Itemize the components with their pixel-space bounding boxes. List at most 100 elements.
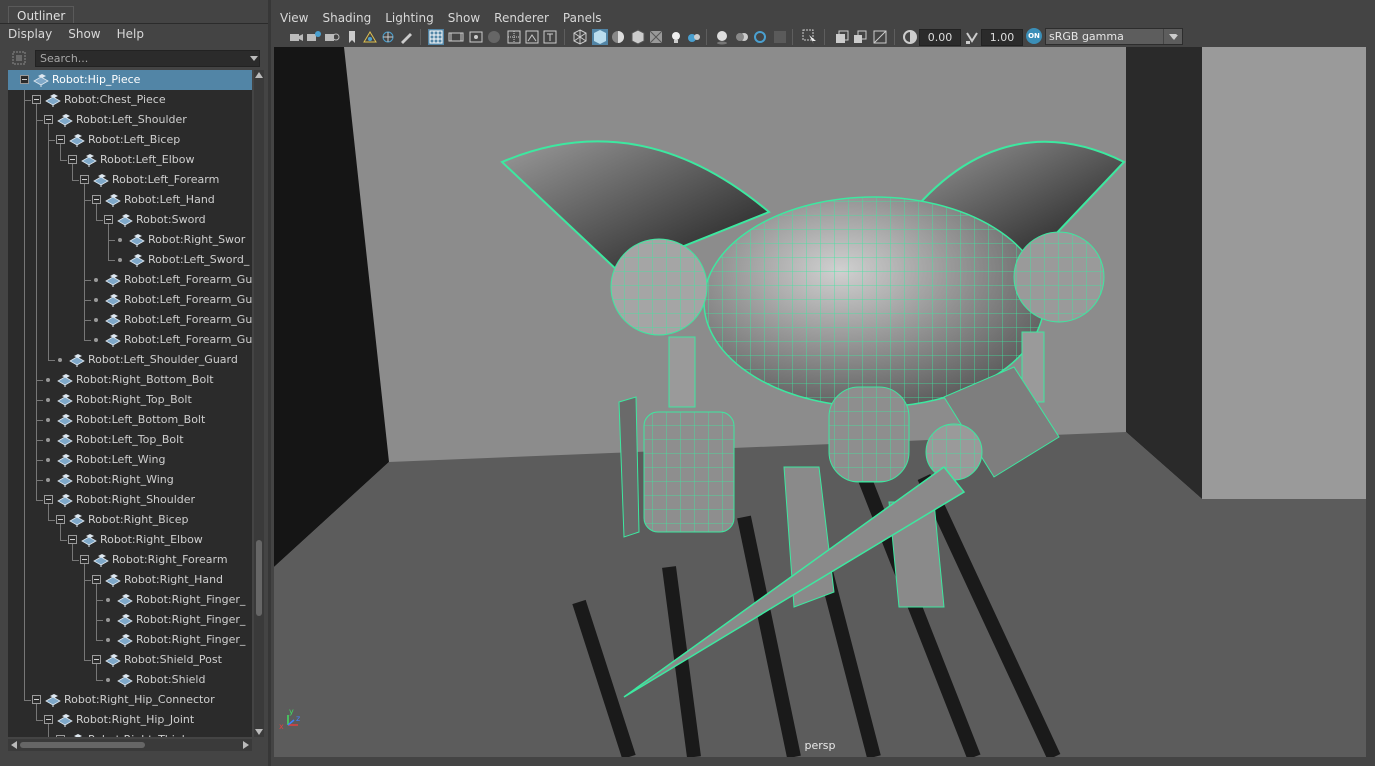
outliner-item[interactable]: Robot:Left_Forearm_Gu	[8, 330, 252, 350]
collapse-toggle-icon[interactable]	[56, 735, 65, 737]
collapse-toggle-icon[interactable]	[92, 575, 101, 584]
menu-display[interactable]: Display	[0, 24, 60, 46]
grid-icon[interactable]	[428, 29, 444, 45]
outliner-item[interactable]: Robot:Right_Hip_Joint	[8, 710, 252, 730]
collapse-toggle-icon[interactable]	[44, 495, 53, 504]
outliner-item[interactable]: Robot:Left_Forearm	[8, 170, 252, 190]
outliner-item[interactable]: Robot:Sword	[8, 210, 252, 230]
menu-view[interactable]: View	[273, 8, 315, 28]
vertical-scroll-thumb[interactable]	[256, 540, 262, 616]
2d-pan-zoom-icon[interactable]	[380, 29, 396, 45]
collapse-toggle-icon[interactable]	[80, 555, 89, 564]
collapse-toggle-icon[interactable]	[80, 175, 89, 184]
color-space-select[interactable]: sRGB gamma	[1045, 28, 1183, 45]
bookmark-icon[interactable]	[344, 29, 360, 45]
outliner-item[interactable]: Robot:Left_Shoulder_Guard	[8, 350, 252, 370]
gamma-icon[interactable]	[964, 29, 980, 45]
collapse-toggle-icon[interactable]	[32, 695, 41, 704]
outliner-item[interactable]: Robot:Left_Elbow	[8, 150, 252, 170]
collapse-toggle-icon[interactable]	[32, 95, 41, 104]
outliner-item[interactable]: Robot:Right_Swor	[8, 230, 252, 250]
smooth-shade-icon[interactable]	[592, 29, 608, 45]
outliner-item[interactable]: Robot:Left_Shoulder	[8, 110, 252, 130]
outliner-item[interactable]: Robot:Right_Bicep	[8, 510, 252, 530]
collapse-toggle-icon[interactable]	[68, 155, 77, 164]
isolate-select-icon[interactable]	[802, 29, 818, 45]
outliner-item[interactable]: Robot:Right_Bottom_Bolt	[8, 370, 252, 390]
outliner-item[interactable]: Robot:Left_Forearm_Gu	[8, 270, 252, 290]
exposure-field[interactable]: 0.00	[919, 29, 961, 46]
ambient-occlusion-icon[interactable]	[714, 29, 730, 45]
outliner-item[interactable]: Robot:Right_Finger_	[8, 630, 252, 650]
grease-pencil-icon[interactable]	[398, 29, 414, 45]
outliner-item[interactable]: Robot:Shield_Post	[8, 650, 252, 670]
shadows-icon[interactable]	[686, 29, 702, 45]
bookmarks-icon[interactable]	[324, 29, 340, 45]
menu-panels[interactable]: Panels	[556, 8, 609, 28]
gamma-field[interactable]: 1.00	[981, 29, 1023, 46]
outliner-item[interactable]: Robot:Left_Forearm_Gu	[8, 290, 252, 310]
collapse-toggle-icon[interactable]	[92, 655, 101, 664]
field-chart-icon[interactable]	[506, 29, 522, 45]
vertical-scrollbar[interactable]	[254, 70, 264, 737]
exposure-icon[interactable]	[902, 29, 918, 45]
outliner-item[interactable]: Robot:Right_Finger_	[8, 590, 252, 610]
image-plane-icon[interactable]	[362, 29, 378, 45]
outliner-item[interactable]: Robot:Right_Top_Bolt	[8, 390, 252, 410]
gate-mask-icon[interactable]	[486, 29, 502, 45]
outliner-item[interactable]: Robot:Left_Top_Bolt	[8, 430, 252, 450]
outliner-item[interactable]: Robot:Right_Shoulder	[8, 490, 252, 510]
menu-help[interactable]: Help	[109, 24, 152, 46]
outliner-item[interactable]: Robot:Left_Bicep	[8, 130, 252, 150]
menu-show[interactable]: Show	[60, 24, 108, 46]
safe-title-icon[interactable]	[542, 29, 558, 45]
outliner-item[interactable]: Robot:Right_Thigh	[8, 730, 252, 737]
collapse-toggle-icon[interactable]	[56, 135, 65, 144]
depth-of-field-icon[interactable]	[772, 29, 788, 45]
xray-joints-icon[interactable]	[834, 29, 850, 45]
resolution-gate-icon[interactable]	[468, 29, 484, 45]
collapse-toggle-icon[interactable]	[92, 195, 101, 204]
outliner-item[interactable]: Robot:Right_Forearm	[8, 550, 252, 570]
xray-active-components-icon[interactable]	[852, 29, 868, 45]
collapse-toggle-icon[interactable]	[104, 215, 113, 224]
collapse-toggle-icon[interactable]	[44, 115, 53, 124]
perspective-viewport[interactable]: x y z persp	[274, 47, 1366, 757]
filter-icon[interactable]	[12, 51, 26, 65]
outliner-item[interactable]: Robot:Left_Forearm_Gu	[8, 310, 252, 330]
outliner-item[interactable]: Robot:Right_Elbow	[8, 530, 252, 550]
backface-culling-icon[interactable]	[872, 29, 888, 45]
menu-lighting[interactable]: Lighting	[378, 8, 441, 28]
panel-splitter[interactable]	[268, 0, 271, 766]
default-material-icon[interactable]	[610, 29, 626, 45]
menu-renderer[interactable]: Renderer	[487, 8, 556, 28]
collapse-toggle-icon[interactable]	[68, 535, 77, 544]
outliner-item[interactable]: Robot:Right_Hip_Connector	[8, 690, 252, 710]
search-input[interactable]	[35, 50, 260, 67]
scroll-right-arrow-icon[interactable]	[243, 741, 249, 749]
tab-outliner[interactable]: Outliner	[8, 6, 75, 24]
outliner-item[interactable]: Robot:Hip_Piece	[8, 70, 252, 90]
safe-action-icon[interactable]	[524, 29, 540, 45]
outliner-item[interactable]: Robot:Shield	[8, 670, 252, 690]
outliner-item[interactable]: Robot:Right_Wing	[8, 470, 252, 490]
wireframe-on-shaded-icon[interactable]	[630, 29, 646, 45]
horizontal-scroll-thumb[interactable]	[20, 742, 145, 748]
xray-icon[interactable]	[648, 29, 664, 45]
outliner-item[interactable]: Robot:Chest_Piece	[8, 90, 252, 110]
outliner-item[interactable]: Robot:Left_Wing	[8, 450, 252, 470]
camera-attributes-icon[interactable]	[306, 29, 322, 45]
collapse-toggle-icon[interactable]	[44, 715, 53, 724]
search-options-chevron-icon[interactable]	[250, 56, 258, 61]
anti-aliasing-icon[interactable]	[752, 29, 768, 45]
outliner-item[interactable]: Robot:Left_Hand	[8, 190, 252, 210]
outliner-item[interactable]: Robot:Right_Finger_	[8, 610, 252, 630]
collapse-toggle-icon[interactable]	[56, 515, 65, 524]
film-gate-icon[interactable]	[448, 29, 464, 45]
scroll-left-arrow-icon[interactable]	[11, 741, 17, 749]
outliner-item[interactable]: Robot:Left_Sword_	[8, 250, 252, 270]
scroll-up-arrow-icon[interactable]	[255, 72, 263, 78]
collapse-toggle-icon[interactable]	[20, 75, 29, 84]
select-camera-icon[interactable]	[288, 29, 304, 45]
wireframe-icon[interactable]	[572, 29, 588, 45]
